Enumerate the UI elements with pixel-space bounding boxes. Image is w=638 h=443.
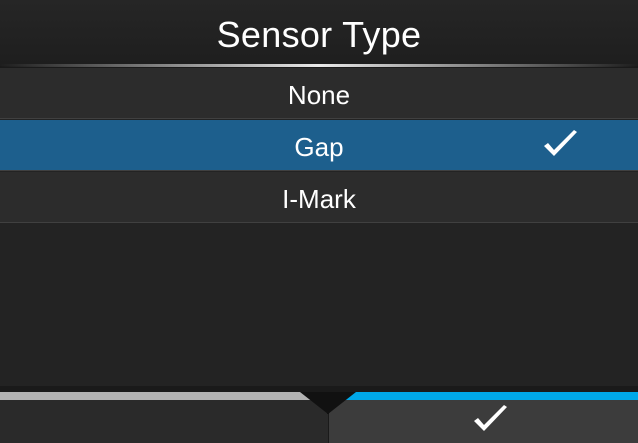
option-gap[interactable]: Gap	[0, 120, 638, 171]
divider-notch	[300, 392, 356, 414]
option-label: None	[287, 80, 351, 110]
bottom-bar	[0, 386, 638, 443]
title-bar: Sensor Type	[0, 0, 638, 67]
option-i-mark[interactable]: I-Mark	[0, 172, 638, 223]
page-title: Sensor Type	[216, 14, 422, 55]
option-none[interactable]: None	[0, 68, 638, 119]
checkmark-icon	[474, 405, 507, 431]
back-button[interactable]	[0, 392, 328, 443]
option-list: None Gap I-Mark	[0, 68, 638, 386]
title-underline	[0, 64, 638, 67]
option-label: I-Mark	[282, 184, 356, 214]
checkmark-icon	[544, 130, 577, 156]
